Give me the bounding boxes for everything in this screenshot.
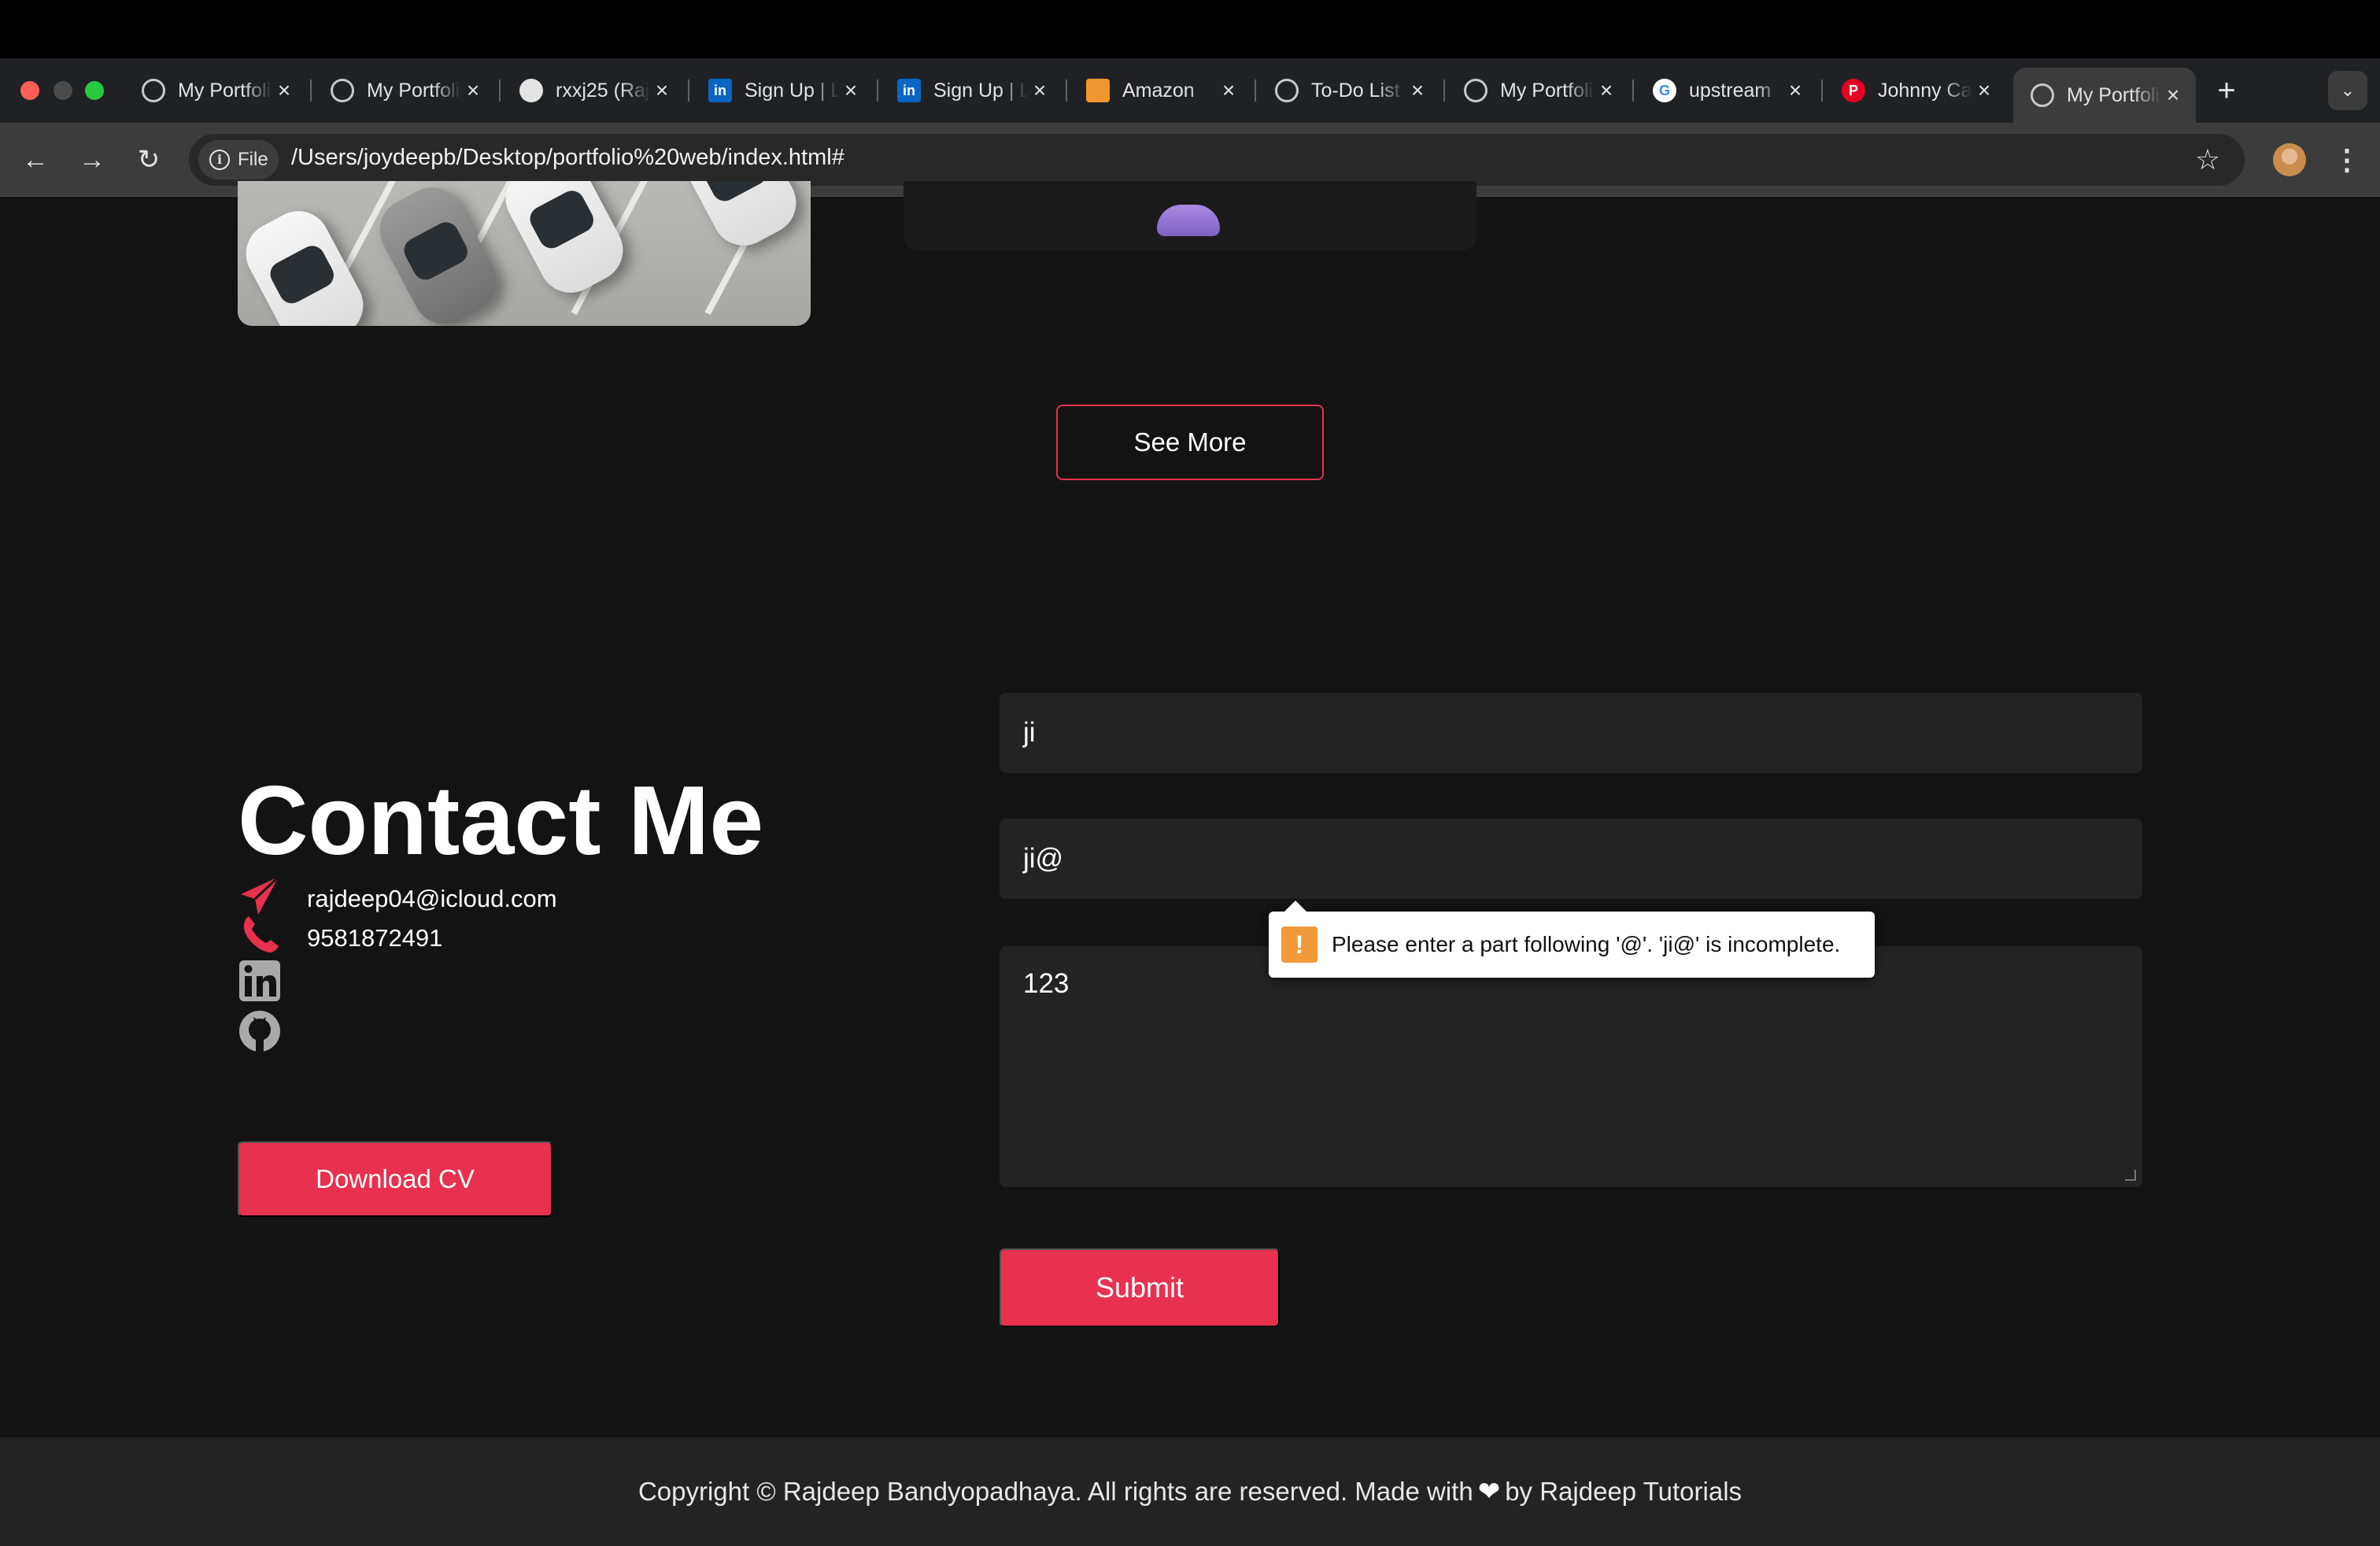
browser-tab[interactable]: in Sign Up | LinkedIn× (691, 69, 874, 112)
browser-tab[interactable]: in Sign Up | LinkedIn× (880, 69, 1062, 112)
globe-icon (1464, 79, 1488, 102)
tab-title: To-Do List (1311, 79, 1400, 102)
tab-title: My Portfolio (367, 79, 461, 102)
heart-icon: ❤ (1477, 1477, 1501, 1507)
tab-title: Sign Up | LinkedIn (745, 79, 839, 102)
validation-tooltip: ! Please enter a part following '@'. 'ji… (1269, 901, 1875, 978)
tab-close-icon[interactable]: × (1028, 78, 1051, 103)
close-window-button[interactable] (20, 81, 39, 100)
reload-icon[interactable]: ↻ (129, 140, 168, 179)
footer-text-before: Copyright © Rajdeep Bandyopadhaya. All r… (638, 1477, 1473, 1506)
forward-arrow-icon[interactable]: → (72, 140, 112, 179)
tab-close-icon[interactable]: × (1217, 78, 1240, 103)
email-input[interactable]: ji@ (1000, 819, 2142, 899)
tab-separator (1821, 80, 1823, 102)
tab-title: Johnny Cage (1878, 79, 1972, 102)
see-more-button[interactable]: See More (1056, 405, 1324, 480)
tab-close-icon[interactable]: × (1406, 78, 1429, 103)
warning-icon: ! (1281, 926, 1318, 963)
zoom-window-button[interactable] (85, 81, 104, 100)
tab-title: Sign Up | LinkedIn (933, 79, 1028, 102)
browser-tab[interactable]: My Portfolio × (2013, 68, 2196, 123)
browser-menu-icon[interactable]: ⋮ (2330, 140, 2364, 179)
browser-tab[interactable]: Gupstream × (1635, 69, 1818, 112)
pinterest-icon: P (1842, 79, 1865, 102)
github-icon[interactable] (238, 1009, 282, 1053)
name-input[interactable]: ji (1000, 693, 2142, 773)
tab-separator (499, 80, 501, 102)
browser-tab[interactable]: P Johnny Cage× (1824, 69, 2007, 112)
tab-title: Amazon (1122, 79, 1195, 102)
contact-title: Contact Me (238, 767, 764, 875)
tab-close-icon[interactable]: × (1972, 78, 1996, 103)
minimize-window-button[interactable] (54, 81, 72, 100)
resize-handle-icon[interactable] (2125, 1170, 2136, 1181)
back-arrow-icon[interactable]: ← (16, 140, 55, 179)
linkedin-icon: in (708, 79, 732, 102)
tab-separator (1255, 80, 1256, 102)
browser-tab[interactable]: My Portfolio × (124, 69, 307, 112)
google-icon: G (1653, 79, 1676, 102)
linkedin-icon[interactable] (238, 959, 282, 1003)
page-footer: Copyright © Rajdeep Bandyopadhaya. All r… (0, 1437, 2380, 1546)
site-info-label: File (238, 149, 268, 170)
download-cv-button[interactable]: Download CV (238, 1141, 552, 1217)
tab-separator (877, 80, 878, 102)
tab-close-icon[interactable]: × (650, 78, 674, 103)
tab-close-icon[interactable]: × (272, 78, 296, 103)
browser-tab[interactable]: Amazon × (1069, 69, 1251, 112)
browser-tab[interactable]: rxxj25 (Rajdeep)× (502, 69, 685, 112)
globe-icon (2031, 83, 2054, 107)
tab-title: My Portfolio (1500, 79, 1595, 102)
browser-tab[interactable]: To-Do List × (1258, 69, 1440, 112)
tab-close-icon[interactable]: × (839, 78, 863, 103)
globe-icon (1275, 79, 1299, 102)
validation-message: Please enter a part following '@'. 'ji@'… (1332, 932, 1841, 956)
tab-close-icon[interactable]: × (461, 78, 485, 103)
project-thumbnail-parking[interactable] (238, 181, 811, 326)
car-image (667, 181, 808, 257)
profile-avatar[interactable] (2273, 143, 2306, 176)
submit-button[interactable]: Submit (1000, 1248, 1280, 1327)
browser-tab[interactable]: My Portfolio × (1447, 69, 1629, 112)
car-image (238, 200, 375, 326)
tab-title: upstream (1689, 79, 1772, 102)
browser-tab[interactable]: My Portfolio × (313, 69, 496, 112)
footer-text-after: by Rajdeep Tutorials (1505, 1477, 1743, 1506)
tab-title: My Portfolio (178, 79, 272, 102)
tab-separator (1632, 80, 1634, 102)
tab-search-button[interactable]: ⌄ (2328, 71, 2367, 110)
phone-icon (243, 916, 279, 952)
tab-separator (310, 80, 312, 102)
tab-close-icon[interactable]: × (1595, 78, 1618, 103)
tab-separator (688, 80, 689, 102)
globe-icon (331, 79, 354, 102)
tab-separator (1066, 80, 1067, 102)
tab-close-icon[interactable]: × (1783, 78, 1807, 103)
amazon-box-icon (1086, 79, 1110, 102)
url-text[interactable]: /Users/joydeepb/Desktop/portfolio%20web/… (291, 145, 844, 171)
info-icon: i (209, 150, 230, 170)
globe-icon (142, 79, 165, 102)
screen-top-bar (0, 0, 2380, 58)
message-text: 123 (1023, 968, 1070, 999)
tab-separator (1443, 80, 1445, 102)
contact-phone[interactable]: 9581872491 (307, 924, 442, 952)
message-textarea[interactable]: 123 (1000, 946, 2142, 1187)
new-tab-button[interactable]: + (2207, 71, 2246, 110)
tab-close-icon[interactable]: × (2161, 83, 2185, 108)
contact-email[interactable]: rajdeep04@icloud.com (307, 885, 557, 913)
bookmark-star-icon[interactable]: ☆ (2188, 140, 2227, 179)
github-icon (519, 79, 543, 102)
tab-title: My Portfolio (2067, 83, 2161, 106)
tab-title: rxxj25 (Rajdeep) (556, 79, 650, 102)
linkedin-icon: in (897, 79, 921, 102)
site-info-chip[interactable]: i File (198, 140, 279, 179)
car-image (368, 181, 508, 326)
car-image (494, 181, 634, 304)
bowl-illustration (1157, 205, 1220, 236)
